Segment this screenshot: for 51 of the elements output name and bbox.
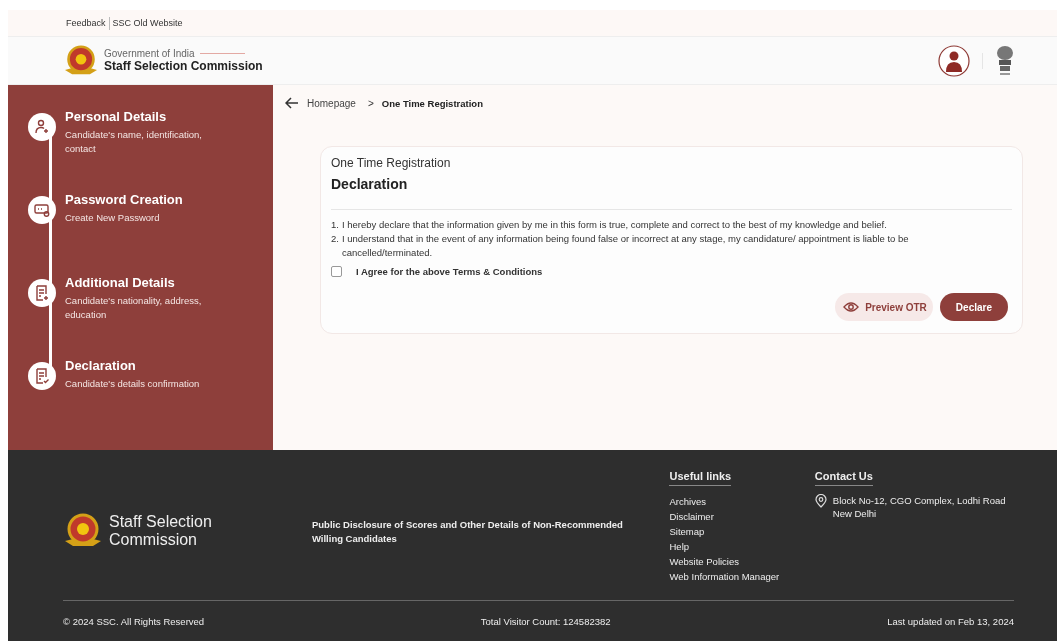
step-description: Candidate's details confirmation xyxy=(65,377,201,391)
footer-brand: Staff Selection Commission xyxy=(109,513,213,549)
step-description: Candidate's name, identification, contact xyxy=(65,128,203,156)
preview-button[interactable]: Preview OTR xyxy=(835,293,933,321)
address-line: Block No-12, CGO Complex, Lodhi Road xyxy=(832,494,1006,507)
last-updated: Last updated on Feb 13, 2024 xyxy=(887,615,1014,627)
top-link[interactable]: SSC Old Website xyxy=(112,18,183,28)
visitor-count: Total Visitor Count: 124582382 xyxy=(480,615,611,627)
breadcrumb-link[interactable]: Homepage xyxy=(307,97,356,109)
step-description: Create New Password xyxy=(65,211,161,225)
footer-link[interactable]: Archives xyxy=(669,494,815,509)
top-link[interactable]: Feedback xyxy=(66,18,106,28)
footer-link[interactable]: Sitemap xyxy=(669,524,815,539)
header-title: Staff Selection Commission xyxy=(104,59,263,73)
breadcrumb-separator: > xyxy=(367,97,374,109)
emblem-logo xyxy=(63,44,99,77)
emblem-logo xyxy=(63,513,103,549)
card-title: Declaration xyxy=(331,176,409,192)
copyright-text: © 2024 SSC. All Rights Reserved xyxy=(63,615,205,627)
declaration-text: I hereby declare that the information given by me in this form is true, complete and correct to the best of my knowledge and belief. xyxy=(341,218,887,232)
step-icon xyxy=(28,196,56,224)
declaration-text: I understand that in the event of any information being found false or incorrect at any stage, my candidature/ appointment is liable to be cancelled/terminated. xyxy=(341,232,910,260)
national-emblem-icon xyxy=(995,44,1015,77)
agree-checkbox[interactable] xyxy=(331,266,342,277)
address-line: New Delhi xyxy=(832,507,878,520)
footer-link[interactable]: Web Information Manager xyxy=(669,569,815,584)
disclosure-link[interactable]: Public Disclosure of Scores and Other Details of Non-Recommended Willing Candidates xyxy=(311,518,651,546)
step-title: Personal Details xyxy=(65,109,168,124)
card-overline: One Time Registration xyxy=(331,156,452,170)
useful-links-heading: Useful links xyxy=(669,470,732,486)
footer-link[interactable]: Website Policies xyxy=(669,554,815,569)
point-number: 1. xyxy=(331,218,339,232)
step-title: Additional Details xyxy=(65,275,176,290)
footer-link[interactable]: Help xyxy=(669,539,815,554)
back-arrow-icon[interactable] xyxy=(285,97,299,109)
step-description: Candidate's nationality, address, education xyxy=(65,294,203,322)
point-number: 2. xyxy=(331,232,339,246)
step-icon xyxy=(28,279,56,307)
agree-label: I Agree for the above Terms & Conditions xyxy=(356,266,543,277)
header-subtitle: Government of India xyxy=(104,48,195,59)
breadcrumb-current: One Time Registration xyxy=(381,97,483,109)
step-title: Declaration xyxy=(65,358,137,373)
user-avatar-icon[interactable] xyxy=(938,44,970,77)
step-icon xyxy=(28,362,56,390)
declare-button[interactable]: Declare xyxy=(939,293,1008,321)
eye-icon xyxy=(843,301,860,313)
footer-link[interactable]: Disclaimer xyxy=(669,509,815,524)
location-pin-icon xyxy=(814,494,827,508)
step-icon xyxy=(28,113,56,141)
contact-heading: Contact Us xyxy=(814,470,873,486)
step-title: Password Creation xyxy=(65,192,184,207)
